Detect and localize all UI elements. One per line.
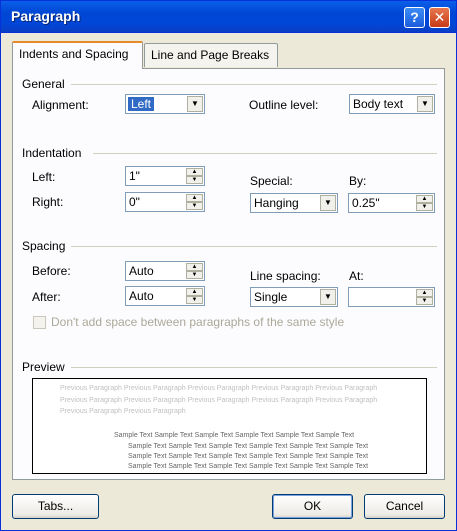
triangle-down-icon[interactable]: ▼ — [416, 297, 433, 305]
preview-previous-line: Previous Paragraph Previous Paragraph Pr… — [60, 397, 378, 404]
special-label: Special: — [250, 174, 293, 188]
preview-sample-line: Sample Text Sample Text Sample Text Samp… — [128, 463, 369, 470]
by-value: 0.25" — [352, 196, 380, 210]
alignment-label: Alignment: — [32, 98, 89, 112]
section-divider — [93, 153, 437, 154]
ok-button[interactable]: OK — [272, 494, 353, 519]
line-spacing-select[interactable]: Single ▼ — [250, 287, 338, 307]
before-label: Before: — [32, 264, 71, 278]
paragraph-dialog: Paragraph ? ✕ Indents and Spacing Line a… — [0, 0, 457, 531]
special-select[interactable]: Hanging ▼ — [250, 193, 338, 213]
before-value: Auto — [129, 264, 154, 278]
tab-indents-and-spacing[interactable]: Indents and Spacing — [12, 41, 143, 69]
preview-previous-line: Previous Paragraph Previous Paragraph Pr… — [60, 385, 378, 392]
dont-add-space-label: Don't add space between paragraphs of th… — [51, 315, 345, 329]
outline-level-value: Body text — [353, 97, 404, 111]
at-spinner[interactable]: ▲ ▼ — [348, 287, 435, 307]
preview-sample-line: Sample Text Sample Text Sample Text Samp… — [114, 432, 355, 439]
line-spacing-label: Line spacing: — [250, 269, 321, 283]
cancel-button[interactable]: Cancel — [364, 494, 445, 519]
triangle-up-icon[interactable]: ▲ — [416, 195, 433, 203]
section-indentation-label: Indentation — [22, 146, 82, 160]
by-spinner[interactable]: 0.25" ▲ ▼ — [348, 193, 435, 213]
right-indent-value: 0" — [129, 195, 140, 209]
close-button[interactable]: ✕ — [429, 7, 450, 28]
special-value: Hanging — [254, 196, 299, 210]
chevron-down-icon[interactable]: ▼ — [320, 195, 336, 211]
triangle-down-icon[interactable]: ▼ — [186, 296, 203, 304]
after-label: After: — [32, 290, 61, 304]
line-spacing-value: Single — [254, 290, 288, 304]
after-value: Auto — [129, 289, 154, 303]
tabs-button[interactable]: Tabs... — [12, 494, 99, 519]
tabs-button-label: Tabs... — [37, 499, 74, 513]
question-mark-icon: ? — [410, 9, 419, 25]
triangle-down-icon[interactable]: ▼ — [186, 202, 203, 210]
left-indent-value: 1" — [129, 169, 140, 183]
section-divider — [71, 246, 437, 247]
ok-button-label: OK — [303, 499, 322, 513]
preview-previous-line: Previous Paragraph Previous Paragraph — [60, 408, 186, 415]
triangle-down-icon[interactable]: ▼ — [416, 203, 433, 211]
by-label: By: — [349, 174, 367, 188]
triangle-up-icon[interactable]: ▲ — [186, 194, 203, 202]
dont-add-space-checkbox[interactable] — [33, 316, 46, 329]
triangle-down-icon[interactable]: ▼ — [186, 271, 203, 279]
section-spacing-label: Spacing — [22, 239, 66, 253]
triangle-up-icon[interactable]: ▲ — [186, 263, 203, 271]
outline-level-select[interactable]: Body text ▼ — [349, 94, 435, 114]
tab-label: Line and Page Breaks — [151, 48, 270, 62]
left-indent-label: Left: — [32, 170, 56, 184]
section-preview-label: Preview — [22, 360, 65, 374]
section-divider — [71, 367, 437, 368]
window-title: Paragraph — [11, 8, 81, 24]
triangle-up-icon[interactable]: ▲ — [186, 288, 203, 296]
after-spinner[interactable]: Auto ▲ ▼ — [125, 286, 205, 306]
chevron-down-icon[interactable]: ▼ — [187, 96, 203, 112]
triangle-down-icon[interactable]: ▼ — [186, 176, 203, 184]
alignment-select[interactable]: Left ▼ — [125, 94, 205, 114]
right-indent-label: Right: — [32, 195, 64, 209]
triangle-up-icon[interactable]: ▲ — [416, 289, 433, 297]
at-label: At: — [349, 269, 364, 283]
outline-level-label: Outline level: — [249, 98, 319, 112]
preview-pane: Previous Paragraph Previous Paragraph Pr… — [32, 378, 427, 474]
triangle-up-icon[interactable]: ▲ — [186, 168, 203, 176]
preview-sample-line: Sample Text Sample Text Sample Text Samp… — [128, 443, 369, 450]
cancel-button-label: Cancel — [385, 499, 424, 513]
before-spinner[interactable]: Auto ▲ ▼ — [125, 261, 205, 281]
chevron-down-icon[interactable]: ▼ — [417, 96, 433, 112]
help-button[interactable]: ? — [404, 7, 425, 28]
right-indent-spinner[interactable]: 0" ▲ ▼ — [125, 192, 205, 212]
alignment-value: Left — [128, 97, 155, 111]
tab-label: Indents and Spacing — [19, 47, 129, 61]
left-indent-spinner[interactable]: 1" ▲ ▼ — [125, 166, 205, 186]
section-general-label: General — [22, 77, 65, 91]
preview-sample-line: Sample Text Sample Text Sample Text Samp… — [128, 453, 369, 460]
title-bar[interactable]: Paragraph ? ✕ — [1, 1, 456, 33]
chevron-down-icon[interactable]: ▼ — [320, 289, 336, 305]
close-x-icon: ✕ — [433, 9, 446, 25]
section-divider — [71, 84, 437, 85]
tab-line-and-page-breaks[interactable]: Line and Page Breaks — [144, 43, 278, 67]
